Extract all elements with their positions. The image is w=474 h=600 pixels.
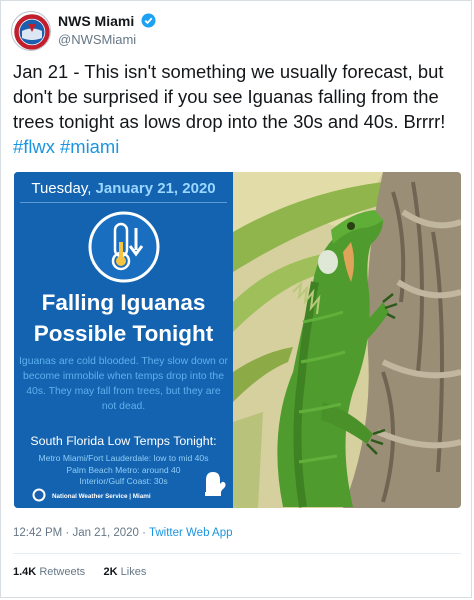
tweet-timestamp: 12:42 PM · Jan 21, 2020 · Twitter Web Ap…	[13, 527, 233, 539]
forecast-graphic: Tuesday, January 21, 2020 Falling Iguana…	[14, 172, 233, 508]
timestamp-text[interactable]: 12:42 PM · Jan 21, 2020 ·	[13, 527, 149, 539]
tweet-stats: 1.4K Retweets 2K Likes	[13, 566, 146, 578]
low-temp-miami: Metro Miami/Fort Lauderdale: low to mid …	[38, 453, 209, 463]
thermometer-icon	[88, 211, 160, 283]
nws-avatar[interactable]	[11, 11, 51, 51]
card-headline: Falling Iguanas Possible Tonight	[33, 290, 214, 346]
display-name[interactable]: NWS Miami	[58, 13, 156, 29]
card-divider	[20, 202, 227, 203]
iguana-photo	[233, 172, 461, 508]
retweets-stat[interactable]: 1.4K Retweets	[13, 566, 85, 578]
low-temps-title: South Florida Low Temps Tonight:	[30, 434, 217, 448]
verified-badge-icon	[141, 13, 156, 28]
stats-divider	[13, 553, 461, 554]
card-footer: National Weather Service | Miami	[52, 493, 151, 500]
card-body: Iguanas are cold blooded. They slow down…	[19, 356, 228, 412]
likes-stat[interactable]: 2K Likes	[104, 566, 147, 578]
hashtag-flwx[interactable]: #flwx	[13, 136, 55, 157]
media-card[interactable]: Tuesday, January 21, 2020 Falling Iguana…	[14, 172, 461, 508]
source-app-link[interactable]: Twitter Web App	[149, 527, 233, 539]
nws-logo-icon	[32, 488, 46, 502]
user-handle[interactable]: @NWSMiami	[58, 32, 136, 47]
card-date: Tuesday, January 21, 2020	[31, 180, 216, 197]
tweet-body: Jan 21 - This isn't something we usually…	[13, 61, 446, 132]
mitten-icon	[205, 472, 226, 496]
tweet-container: NWS Miami @NWSMiami Jan 21 - This isn't …	[0, 0, 472, 598]
hashtag-miami[interactable]: #miami	[60, 136, 119, 157]
tweet-text: Jan 21 - This isn't something we usually…	[13, 59, 463, 159]
nws-logo-icon	[13, 13, 50, 50]
